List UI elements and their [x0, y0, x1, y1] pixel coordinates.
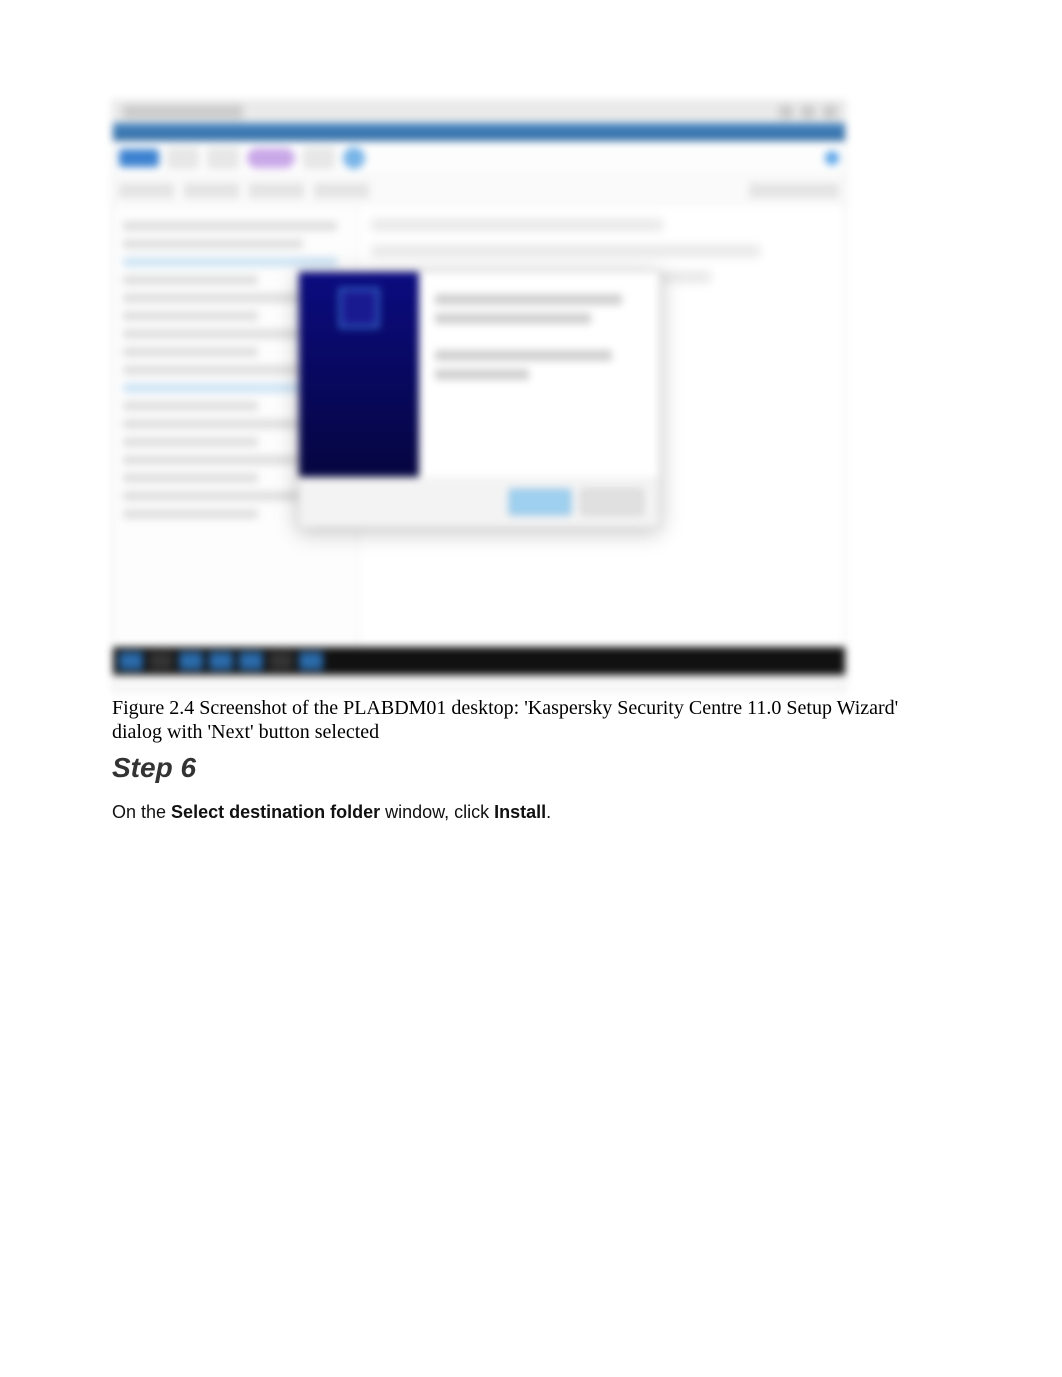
instruction-prefix: On the [112, 802, 171, 822]
tree-item [123, 311, 258, 321]
instruction-suffix: . [546, 802, 551, 822]
close-icon [823, 105, 837, 119]
ribbon-item [314, 183, 369, 198]
tree-item [123, 347, 258, 357]
dialog-banner [299, 272, 419, 477]
tree-item [123, 275, 258, 285]
ribbon-item [119, 183, 174, 198]
figure-container: Figure 2.4 Screenshot of the PLABDM01 de… [112, 100, 950, 744]
document-page: Figure 2.4 Screenshot of the PLABDM01 de… [0, 0, 1062, 823]
min-icon [779, 105, 793, 119]
cancel-button[interactable] [581, 489, 643, 515]
toolbar-highlight [247, 148, 295, 168]
instruction-middle: window, click [380, 802, 494, 822]
instruction-text: On the Select destination folder window,… [112, 802, 950, 823]
ribbon-right [749, 183, 839, 198]
screenshot-image [112, 100, 846, 692]
tree-item [123, 239, 303, 249]
window-controls [779, 105, 837, 119]
taskbar [113, 647, 845, 675]
max-icon [801, 105, 815, 119]
content-line [371, 219, 663, 231]
dialog-text-line [435, 350, 612, 361]
taskbar-item [209, 652, 233, 670]
taskbar-item [269, 652, 293, 670]
tree-item-selected [123, 257, 337, 267]
toolbar-button [119, 149, 159, 167]
ribbon-item [249, 183, 304, 198]
toolbar-item [207, 147, 239, 169]
tree-item [123, 509, 258, 519]
window-title-placeholder [123, 105, 243, 119]
toolbar-item [303, 147, 335, 169]
tree-item [123, 383, 303, 393]
tree-item [123, 473, 258, 483]
instruction-bold-1: Select destination folder [171, 802, 380, 822]
next-button[interactable] [509, 489, 571, 515]
tree-item [123, 437, 258, 447]
taskbar-item [179, 652, 203, 670]
toolbar-item [167, 147, 199, 169]
taskbar-item [149, 652, 173, 670]
browser-tabbar [113, 123, 845, 141]
ribbon-bar [113, 176, 845, 205]
window-titlebar [113, 101, 845, 123]
start-button-icon [119, 652, 143, 670]
ribbon-item [184, 183, 239, 198]
dialog-heading-line [435, 294, 622, 305]
toolbar-circle-icon [343, 147, 365, 169]
dialog-text-line [435, 369, 529, 380]
instruction-bold-2: Install [494, 802, 546, 822]
dialog-footer [299, 477, 659, 527]
tree-item [123, 293, 303, 303]
toolbar-status-icon [825, 151, 839, 165]
tree-item [123, 221, 337, 231]
dialog-body [299, 272, 659, 477]
taskbar-item [239, 652, 263, 670]
dialog-content [419, 272, 659, 477]
step-heading: Step 6 [112, 752, 950, 784]
content-line [371, 245, 760, 257]
tree-item [123, 491, 303, 501]
tree-item [123, 329, 303, 339]
tree-item [123, 401, 258, 411]
kaspersky-logo-icon [339, 288, 379, 328]
tree-item [123, 419, 303, 429]
setup-wizard-dialog [298, 271, 660, 528]
dialog-heading-line [435, 313, 591, 324]
figure-caption: Figure 2.4 Screenshot of the PLABDM01 de… [112, 696, 950, 744]
toolbar [113, 141, 845, 176]
taskbar-item [299, 652, 323, 670]
tree-item [123, 455, 303, 465]
